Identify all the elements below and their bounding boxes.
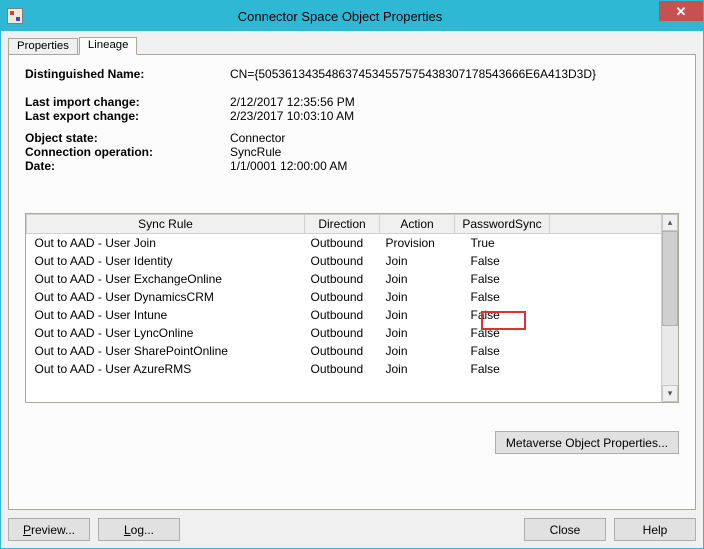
- cell-action: Join: [380, 324, 455, 342]
- tab-lineage[interactable]: Lineage: [79, 37, 138, 55]
- app-icon: [7, 8, 23, 24]
- cell-password-sync: False: [455, 342, 550, 360]
- dialog-window: Connector Space Object Properties ✕ Prop…: [0, 0, 704, 549]
- tab-properties[interactable]: Properties: [8, 38, 78, 54]
- cell-password-sync: True: [455, 234, 550, 253]
- cell-rule: Out to AAD - User Intune: [27, 306, 305, 324]
- date-label: Date:: [25, 159, 230, 173]
- table-row[interactable]: Out to AAD - User Identity Outbound Join…: [27, 252, 662, 270]
- table-row[interactable]: Out to AAD - User AzureRMS Outbound Join…: [27, 360, 662, 378]
- conn-op-label: Connection operation:: [25, 145, 230, 159]
- cell-action: Join: [380, 252, 455, 270]
- cell-action: Join: [380, 342, 455, 360]
- tab-strip: Properties Lineage: [8, 34, 696, 54]
- cell-password-sync: False: [455, 324, 550, 342]
- dialog-button-row: Preview... Log... Close Help: [8, 518, 696, 541]
- table-row[interactable]: Out to AAD - User ExchangeOnline Outboun…: [27, 270, 662, 288]
- object-state-label: Object state:: [25, 131, 230, 145]
- col-action[interactable]: Action: [380, 215, 455, 234]
- cell-rule: Out to AAD - User LyncOnline: [27, 324, 305, 342]
- col-sync-rule[interactable]: Sync Rule: [27, 215, 305, 234]
- scroll-down-icon[interactable]: ▾: [662, 385, 678, 402]
- last-export-value: 2/23/2017 10:03:10 AM: [230, 109, 354, 123]
- col-password-sync[interactable]: PasswordSync: [455, 215, 550, 234]
- date-value: 1/1/0001 12:00:00 AM: [230, 159, 347, 173]
- cell-rule: Out to AAD - User Identity: [27, 252, 305, 270]
- table-row[interactable]: Out to AAD - User DynamicsCRM Outbound J…: [27, 288, 662, 306]
- cell-action: Join: [380, 288, 455, 306]
- lineage-panel: Distinguished Name: CN={5053613435486374…: [8, 54, 696, 510]
- cell-rule: Out to AAD - User SharePointOnline: [27, 342, 305, 360]
- table-header-row: Sync Rule Direction Action PasswordSync: [27, 215, 662, 234]
- col-spacer: [550, 215, 662, 234]
- last-import-value: 2/12/2017 12:35:56 PM: [230, 95, 355, 109]
- conn-op-value: SyncRule: [230, 145, 281, 159]
- cell-action: Join: [380, 360, 455, 378]
- cell-rule: Out to AAD - User AzureRMS: [27, 360, 305, 378]
- scroll-track[interactable]: [662, 231, 678, 385]
- close-icon[interactable]: ✕: [659, 1, 703, 21]
- table-row[interactable]: Out to AAD - User Intune Outbound Join F…: [27, 306, 662, 324]
- cell-direction: Outbound: [305, 288, 380, 306]
- dn-label: Distinguished Name:: [25, 67, 230, 81]
- cell-direction: Outbound: [305, 270, 380, 288]
- cell-password-sync: False: [455, 288, 550, 306]
- cell-direction: Outbound: [305, 360, 380, 378]
- sync-rule-table: Sync Rule Direction Action PasswordSync …: [25, 213, 679, 403]
- cell-password-sync: False: [455, 252, 550, 270]
- cell-direction: Outbound: [305, 306, 380, 324]
- window-title: Connector Space Object Properties: [0, 9, 697, 24]
- last-export-label: Last export change:: [25, 109, 230, 123]
- table-row[interactable]: Out to AAD - User LyncOnline Outbound Jo…: [27, 324, 662, 342]
- help-button[interactable]: Help: [614, 518, 696, 541]
- cell-password-sync: False: [455, 360, 550, 378]
- cell-password-sync: False: [455, 306, 550, 324]
- scroll-thumb[interactable]: [662, 231, 678, 326]
- cell-direction: Outbound: [305, 324, 380, 342]
- last-import-label: Last import change:: [25, 95, 230, 109]
- close-button[interactable]: Close: [524, 518, 606, 541]
- cell-rule: Out to AAD - User ExchangeOnline: [27, 270, 305, 288]
- scroll-up-icon[interactable]: ▴: [662, 214, 678, 231]
- log-button[interactable]: Log...: [98, 518, 180, 541]
- cell-direction: Outbound: [305, 234, 380, 253]
- dn-value: CN={505361343548637453455757543830717854…: [230, 67, 596, 81]
- preview-button[interactable]: Preview...: [8, 518, 90, 541]
- metaverse-properties-button[interactable]: Metaverse Object Properties...: [495, 431, 679, 454]
- cell-rule: Out to AAD - User Join: [27, 234, 305, 253]
- cell-direction: Outbound: [305, 342, 380, 360]
- titlebar: Connector Space Object Properties ✕: [1, 1, 703, 31]
- col-direction[interactable]: Direction: [305, 215, 380, 234]
- client-area: Properties Lineage Distinguished Name: C…: [1, 31, 703, 548]
- cell-password-sync: False: [455, 270, 550, 288]
- object-state-value: Connector: [230, 131, 285, 145]
- table-row[interactable]: Out to AAD - User SharePointOnline Outbo…: [27, 342, 662, 360]
- scrollbar[interactable]: ▴ ▾: [661, 214, 678, 402]
- table-row[interactable]: Out to AAD - User Join Outbound Provisio…: [27, 234, 662, 253]
- cell-action: Join: [380, 270, 455, 288]
- cell-rule: Out to AAD - User DynamicsCRM: [27, 288, 305, 306]
- cell-action: Join: [380, 306, 455, 324]
- cell-direction: Outbound: [305, 252, 380, 270]
- cell-action: Provision: [380, 234, 455, 253]
